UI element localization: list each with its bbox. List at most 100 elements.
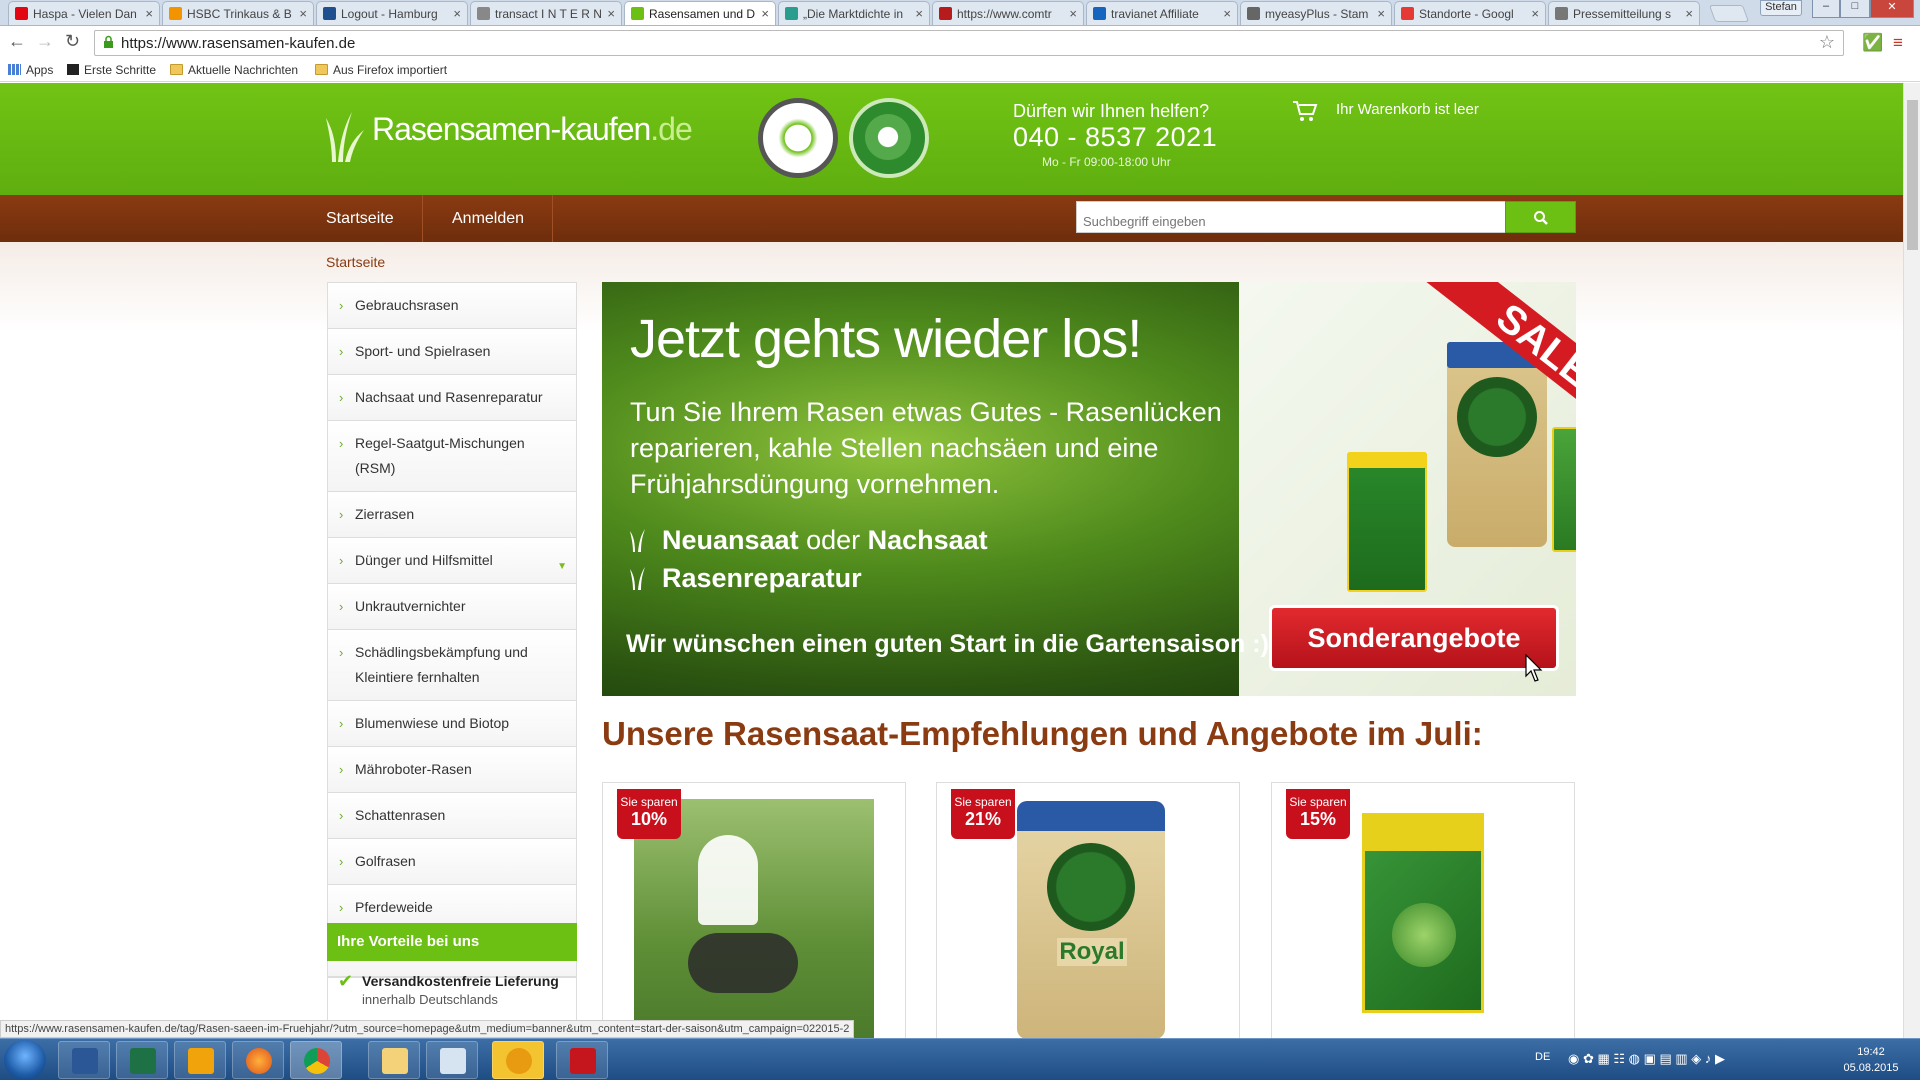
close-tab-icon[interactable]: × [1682, 6, 1693, 21]
expand-triangle-icon[interactable]: ▼ [557, 554, 567, 579]
browser-tab[interactable]: Standorte - Googl × [1394, 1, 1546, 25]
new-tab-button[interactable] [1708, 5, 1750, 22]
sidebar-category[interactable]: › Blumenwiese und Biotop [328, 701, 576, 747]
bookmark-erste-schritte[interactable]: Erste Schritte [67, 63, 156, 77]
close-tab-icon[interactable]: × [142, 6, 153, 21]
sidebar-category[interactable]: › Mähroboter-Rasen [328, 747, 576, 793]
cart-status[interactable]: Ihr Warenkorb ist leer [1336, 101, 1479, 118]
clock-time: 19:42 [1857, 1046, 1885, 1058]
browser-tab[interactable]: „Die Marktdichte in × [778, 1, 930, 25]
start-button[interactable] [4, 1040, 46, 1080]
product-card-3[interactable]: Sie sparen 15% [1271, 782, 1575, 1038]
favicon-icon [1247, 7, 1260, 20]
taskbar-active-app[interactable] [492, 1041, 544, 1079]
browser-tab[interactable]: Logout - Hamburg × [316, 1, 468, 25]
taskbar-excel[interactable] [116, 1041, 168, 1079]
close-tab-icon[interactable]: × [912, 6, 923, 21]
ssl-seal-icon [758, 98, 838, 178]
taskbar-outlook[interactable] [174, 1041, 226, 1079]
chevron-right-icon: › [339, 900, 344, 915]
taskbar-app[interactable] [426, 1041, 478, 1079]
search-input[interactable] [1076, 201, 1507, 233]
close-tab-icon[interactable]: × [1374, 6, 1385, 21]
sidebar-category[interactable]: › Gebrauchsrasen [328, 283, 576, 329]
profile-button[interactable]: Stefan [1760, 0, 1802, 16]
browser-tab[interactable]: myeasyPlus - Stam × [1240, 1, 1392, 25]
menu-icon[interactable]: ≡ [1893, 33, 1903, 53]
taskbar-explorer[interactable] [368, 1041, 420, 1079]
sidebar-category[interactable]: › Sport- und Spielrasen [328, 329, 576, 375]
site-header: Rasensamen-kaufen.de Dürfen wir Ihnen he… [0, 83, 1903, 195]
close-tab-icon[interactable]: × [450, 6, 461, 21]
forward-icon[interactable]: → [36, 31, 54, 52]
reload-icon[interactable]: ↻ [65, 31, 80, 52]
sidebar-category[interactable]: › Nachsaat und Rasenreparatur [328, 375, 576, 421]
scrollbar-thumb[interactable] [1907, 100, 1918, 250]
tray-icons[interactable]: ◉ ✿ ▦ ☷ ◍ ▣ ▤ ▥ ◈ ♪ ▶ [1568, 1051, 1725, 1067]
sidebar-category[interactable]: › Zierrasen [328, 492, 576, 538]
close-tab-icon[interactable]: × [296, 6, 307, 21]
category-label: Zierrasen [355, 506, 415, 522]
sidebar-category[interactable]: › Schattenrasen [328, 793, 576, 839]
nav-divider [422, 195, 423, 242]
product-card-2[interactable]: Royal Sie sparen 21% [936, 782, 1240, 1038]
taskbar-acrobat[interactable] [556, 1041, 608, 1079]
folder-icon [170, 64, 183, 75]
discount-badge: Sie sparen 15% [1286, 789, 1350, 839]
system-clock[interactable]: 19:42 05.08.2015 [1836, 1044, 1906, 1076]
taskbar-firefox[interactable] [232, 1041, 284, 1079]
category-label: Schädlingsbekämpfung und Kleintiere fern… [355, 644, 528, 685]
site-logo[interactable]: Rasensamen-kaufen.de [372, 111, 693, 148]
nav-anmelden[interactable]: Anmelden [452, 210, 524, 228]
phone-number[interactable]: 040 - 8537 2021 [1013, 122, 1217, 153]
sidebar-category[interactable]: › Schädlingsbekämpfung und Kleintiere fer… [328, 630, 576, 701]
tab-title: travianet Affiliate [1111, 7, 1199, 21]
browser-tab[interactable]: travianet Affiliate × [1086, 1, 1238, 25]
close-tab-icon[interactable]: × [1528, 6, 1539, 21]
browser-tab[interactable]: Pressemitteilung s × [1548, 1, 1700, 25]
close-tab-icon[interactable]: × [1220, 6, 1231, 21]
taskbar-word[interactable] [58, 1041, 110, 1079]
search-button[interactable] [1505, 201, 1576, 233]
minimize-button[interactable]: – [1812, 0, 1840, 18]
extension-icon[interactable]: ✅ [1862, 33, 1883, 53]
badge-value: 15% [1299, 809, 1337, 829]
category-label: Schattenrasen [355, 807, 446, 823]
maximize-button[interactable]: □ [1840, 0, 1870, 18]
browser-tab[interactable]: https://www.comtr × [932, 1, 1084, 25]
bookmark-star-icon[interactable]: ☆ [1819, 32, 1835, 53]
bookmark-aktuelle-nachrichten[interactable]: Aktuelle Nachrichten [170, 63, 298, 77]
address-bar[interactable]: https://www.rasensamen-kaufen.de ☆ [94, 30, 1844, 56]
category-label: Regel-Saatgut-Mischungen (RSM) [355, 435, 525, 476]
sonderangebote-button[interactable]: Sonderangebote [1269, 605, 1559, 671]
loretta-brand-label [1362, 813, 1484, 851]
cart-icon[interactable] [1292, 100, 1318, 122]
sidebar-category[interactable]: › Golfrasen [328, 839, 576, 885]
product-card-1[interactable]: Sie sparen 10% [602, 782, 906, 1038]
browser-tab[interactable]: Rasensamen und D × [624, 1, 776, 25]
sidebar-category[interactable]: › Dünger und Hilfsmittel ▼ [328, 538, 576, 584]
close-window-button[interactable]: ✕ [1870, 0, 1914, 18]
language-indicator[interactable]: DE [1535, 1051, 1550, 1063]
tab-title: „Die Marktdichte in [803, 7, 904, 21]
close-tab-icon[interactable]: × [604, 6, 615, 21]
browser-tab[interactable]: HSBC Trinkaus & B × [162, 1, 314, 25]
bookmark-apps[interactable]: Apps [8, 63, 53, 77]
close-tab-icon[interactable]: × [1066, 6, 1077, 21]
page-scrollbar[interactable] [1903, 83, 1920, 1038]
chrome-icon [304, 1048, 330, 1074]
badge-label: Sie sparen [954, 795, 1012, 809]
tab-title: Haspa - Vielen Dan [33, 7, 137, 21]
breadcrumb[interactable]: Startseite [326, 254, 385, 270]
sidebar-category[interactable]: › Regel-Saatgut-Mischungen (RSM) [328, 421, 576, 492]
nav-startseite[interactable]: Startseite [326, 210, 394, 228]
sidebar-category[interactable]: › Unkrautvernichter [328, 584, 576, 630]
bookmark-aus-firefox[interactable]: Aus Firefox importiert [315, 63, 447, 77]
hero-banner[interactable]: Jetzt gehts wieder los! Tun Sie Ihrem Ra… [602, 282, 1576, 696]
category-label: Golfrasen [355, 853, 416, 869]
taskbar-chrome[interactable] [290, 1041, 342, 1079]
browser-tab[interactable]: transact I N T E R N × [470, 1, 622, 25]
close-tab-icon[interactable]: × [758, 6, 769, 21]
back-icon[interactable]: ← [8, 31, 26, 52]
browser-tab[interactable]: Haspa - Vielen Dan × [8, 1, 160, 25]
